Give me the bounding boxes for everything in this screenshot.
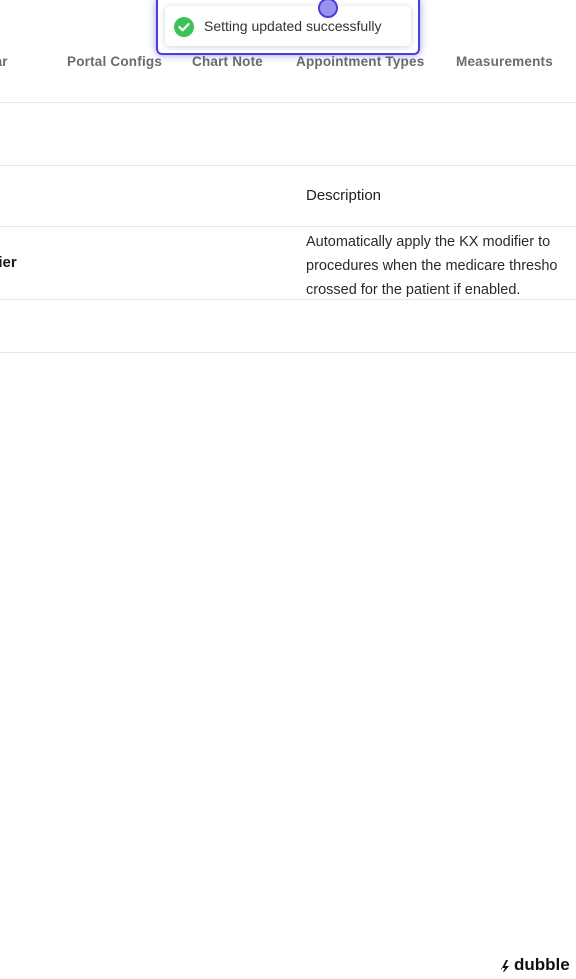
divider <box>0 226 576 227</box>
tab-measurements[interactable]: Measurements <box>456 54 553 69</box>
tab-portal-configs[interactable]: Portal Configs <box>67 54 162 69</box>
description-column-header: Description <box>306 187 382 204</box>
setting-name: difier <box>0 254 17 271</box>
tab-appointment-types[interactable]: Appointment Types <box>296 54 424 69</box>
divider <box>0 299 576 300</box>
setting-description-line: procedures when the medicare thresho <box>306 258 558 274</box>
tab-calendar[interactable]: endar <box>0 54 8 69</box>
check-circle-icon <box>174 17 194 37</box>
dubble-logo-icon <box>498 957 514 973</box>
setting-description: Automatically apply the KX modifier to p… <box>306 230 576 302</box>
brand-name: dubble <box>514 955 570 974</box>
page: endar Portal Configs Chart Note Appointm… <box>0 0 576 979</box>
setting-description-line: Automatically apply the KX modifier to <box>306 234 551 250</box>
toast-message: Setting updated successfully <box>204 18 382 34</box>
tab-chart-note[interactable]: Chart Note <box>192 54 263 69</box>
divider <box>0 165 576 166</box>
divider <box>0 352 576 353</box>
